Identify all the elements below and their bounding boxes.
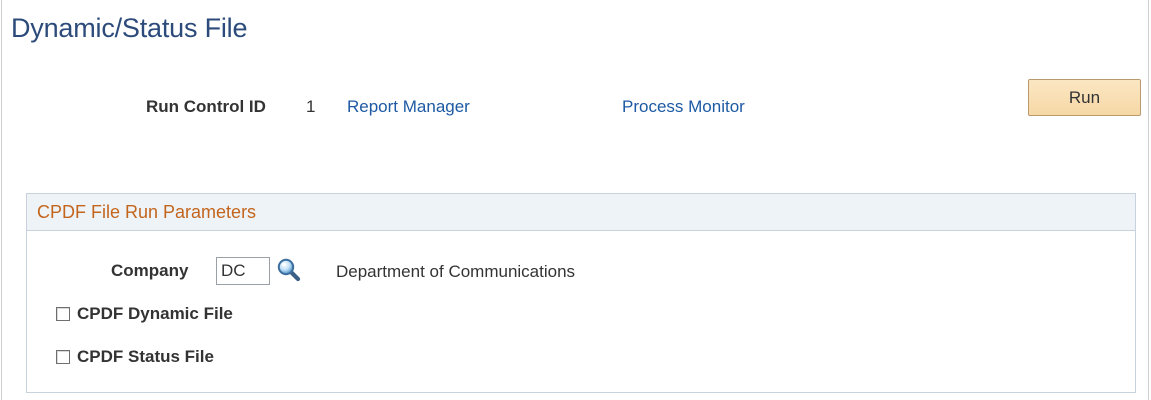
cpdf-dynamic-file-label: CPDF Dynamic File [77,304,233,323]
page-title: Dynamic/Status File [11,13,248,43]
run-control-id-label: Run Control ID [146,97,266,116]
process-monitor-link[interactable]: Process Monitor [622,97,745,117]
company-input[interactable] [216,257,270,285]
company-label: Company [111,261,189,280]
cpdf-status-file-label: CPDF Status File [77,347,214,366]
cpdf-dynamic-file-option[interactable]: CPDF Dynamic File [56,304,233,324]
group-title: CPDF File Run Parameters [37,201,257,222]
company-description: Department of Communications [336,262,576,281]
run-control-id-value: 1 [306,97,316,116]
magnifier-lookup-icon[interactable] [276,257,302,283]
cpdf-dynamic-file-checkbox[interactable] [56,307,70,321]
run-button[interactable]: Run [1028,79,1141,116]
cpdf-status-file-option[interactable]: CPDF Status File [56,347,214,367]
cpdf-status-file-checkbox[interactable] [56,350,70,364]
group-header: CPDF File Run Parameters [27,194,1135,231]
report-manager-link[interactable]: Report Manager [347,97,470,117]
